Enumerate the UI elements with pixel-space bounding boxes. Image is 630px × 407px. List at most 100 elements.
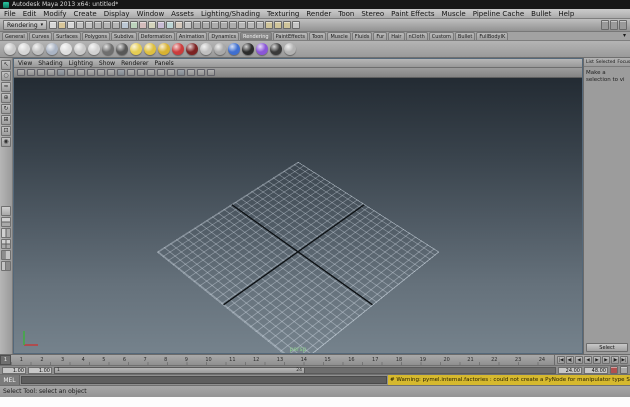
shelf-fluid-texture[interactable] — [256, 43, 268, 55]
menu-item[interactable]: Edit — [23, 10, 37, 18]
heads-up-display-icon[interactable] — [207, 69, 215, 76]
output-connections-icon[interactable] — [247, 21, 256, 29]
playback-start-field[interactable]: 1.00 — [28, 366, 52, 374]
undo-icon[interactable] — [76, 21, 85, 29]
shelf-directional-light[interactable] — [158, 43, 170, 55]
layout-persp-graph-icon[interactable] — [1, 261, 11, 271]
menu-item[interactable]: Lighting/Shading — [201, 10, 260, 18]
shelf-phong[interactable] — [60, 43, 72, 55]
shelf-tab[interactable]: Hair — [388, 32, 405, 40]
bookmarks-icon[interactable] — [47, 69, 55, 76]
range-slider-track[interactable]: 1 24 — [54, 366, 556, 374]
shelf-tab[interactable]: Dynamics — [208, 32, 240, 40]
shelf-tab[interactable]: PaintEffects — [272, 32, 308, 40]
mask-dynamics-icon[interactable] — [166, 21, 175, 29]
menu-item[interactable]: Muscle — [442, 10, 466, 18]
smooth-shade-icon[interactable] — [77, 69, 85, 76]
snap-view-plane-icon[interactable] — [220, 21, 229, 29]
ipr-render-icon[interactable] — [283, 21, 292, 29]
shelf-tab[interactable]: Curves — [28, 32, 53, 40]
shelf-area-light[interactable] — [144, 43, 156, 55]
step-forward-key-button[interactable]: |▶ — [611, 356, 619, 364]
scene-open-icon[interactable] — [58, 21, 67, 29]
shelf-lambert[interactable] — [32, 43, 44, 55]
rotate-tool-icon[interactable]: ↻ — [1, 104, 11, 114]
animation-preferences-button[interactable] — [620, 366, 628, 374]
image-plane-icon[interactable] — [57, 69, 65, 76]
shelf-anisotropic[interactable] — [4, 43, 16, 55]
shelf-tab[interactable]: Rendering — [240, 32, 272, 40]
render-current-frame-icon[interactable] — [274, 21, 283, 29]
shelf-spot-light[interactable] — [186, 43, 198, 55]
shelf-tab[interactable]: Deformation — [137, 32, 175, 40]
shelf-checker-texture[interactable] — [228, 43, 240, 55]
multisampling-icon[interactable] — [137, 69, 145, 76]
menu-item[interactable]: Assets — [171, 10, 194, 18]
layout-outliner-persp-icon[interactable] — [1, 250, 11, 260]
shelf-ramp-texture[interactable] — [242, 43, 254, 55]
mask-rendering-icon[interactable] — [175, 21, 184, 29]
panel-menu-item[interactable]: Renderer — [121, 60, 148, 67]
shelf-tab[interactable]: Fur — [373, 32, 388, 40]
command-language-toggle[interactable]: MEL — [0, 375, 20, 385]
shelf-tab[interactable]: Fluids — [351, 32, 373, 40]
shelf-use-background[interactable] — [116, 43, 128, 55]
menu-item[interactable]: File — [4, 10, 16, 18]
redo-icon[interactable] — [85, 21, 94, 29]
shelf-tab[interactable]: Bullet — [454, 32, 476, 40]
shelf-ocean-shader[interactable] — [46, 43, 58, 55]
shelf-tab[interactable]: nCloth — [405, 32, 428, 40]
safe-display-icon[interactable] — [197, 69, 205, 76]
auto-keyframe-button[interactable] — [610, 366, 618, 374]
menu-item[interactable]: Stereo — [361, 10, 384, 18]
mask-surfaces-icon[interactable] — [148, 21, 157, 29]
range-slider-handle[interactable]: 1 24 — [55, 367, 305, 373]
shelf-volume-light[interactable] — [200, 43, 212, 55]
menu-item[interactable]: Paint Effects — [391, 10, 434, 18]
resolution-gate-icon[interactable] — [167, 69, 175, 76]
menu-set-dropdown[interactable]: Rendering ▾ — [3, 20, 48, 30]
shelf-tab[interactable]: General — [2, 32, 28, 40]
shelf-surface-shader[interactable] — [102, 43, 114, 55]
mask-handles-icon[interactable] — [121, 21, 130, 29]
command-input[interactable] — [21, 376, 387, 384]
shelf-tab[interactable]: FullBodyIK — [476, 32, 509, 40]
menu-item[interactable]: Window — [137, 10, 165, 18]
select-tool-icon[interactable]: ↖ — [1, 60, 11, 70]
screen-space-ao-icon[interactable] — [117, 69, 125, 76]
shelf-ramp-shader[interactable] — [88, 43, 100, 55]
select-camera-icon[interactable] — [17, 69, 25, 76]
mask-joints-icon[interactable] — [130, 21, 139, 29]
shelf-phong-e[interactable] — [74, 43, 86, 55]
select-button[interactable]: Select — [586, 343, 628, 352]
menu-item[interactable]: Pipeline Cache — [473, 10, 524, 18]
universal-manipulator-icon[interactable]: ⊡ — [1, 126, 11, 136]
make-live-icon[interactable] — [229, 21, 238, 29]
isolate-select-icon[interactable] — [147, 69, 155, 76]
layout-single-pane-icon[interactable] — [1, 206, 11, 216]
menu-item[interactable]: Modify — [43, 10, 66, 18]
shelf-tab[interactable]: Custom — [428, 32, 454, 40]
shelf-tab[interactable]: Subdivs — [111, 32, 137, 40]
shelf-tab[interactable]: Polygons — [81, 32, 110, 40]
shelf-point-light[interactable] — [172, 43, 184, 55]
attribute-menu-item[interactable]: Selected — [596, 60, 616, 65]
shadows-icon[interactable] — [107, 69, 115, 76]
layout-two-pane-stacked-icon[interactable] — [1, 217, 11, 227]
menu-item[interactable]: Display — [104, 10, 130, 18]
attribute-menu-item[interactable]: Focus — [617, 60, 630, 65]
paint-select-tool-icon[interactable]: ≈ — [1, 82, 11, 92]
input-connections-icon[interactable] — [238, 21, 247, 29]
move-tool-icon[interactable]: ⊕ — [1, 93, 11, 103]
step-forward-frame-button[interactable]: ▶ — [602, 356, 610, 364]
panel-menu-item[interactable]: Shading — [38, 60, 62, 67]
playback-end-field[interactable]: 24.00 — [558, 366, 582, 374]
title-bar[interactable]: Autodesk Maya 2013 x64: untitled* — [0, 0, 630, 9]
animation-start-field[interactable]: 1.00 — [2, 366, 26, 374]
field-chart-icon[interactable] — [157, 69, 165, 76]
scale-tool-icon[interactable]: ⊞ — [1, 115, 11, 125]
menu-item[interactable]: Bullet — [531, 10, 551, 18]
shelf-tab[interactable]: Animation — [175, 32, 208, 40]
shelf-ambient-light[interactable] — [130, 43, 142, 55]
toggle-channel-box-button[interactable] — [619, 20, 627, 30]
